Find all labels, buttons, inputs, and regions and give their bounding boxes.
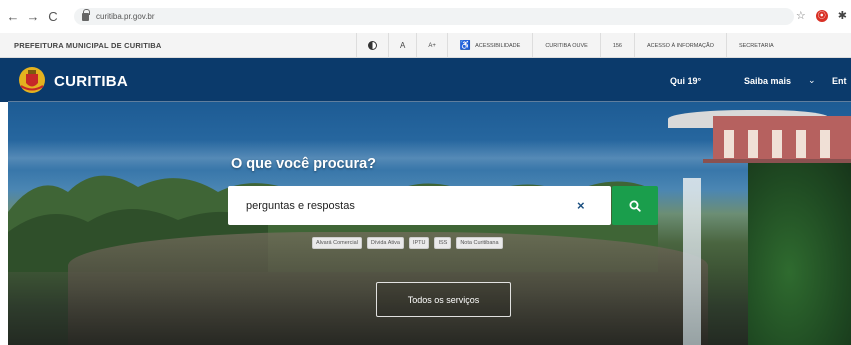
gov-item-label: ACESSIBILIDADE <box>475 42 521 49</box>
tag-divida-ativa[interactable]: Dívida Ativa <box>366 237 404 249</box>
login-link[interactable]: Ent <box>832 76 847 86</box>
address-bar[interactable]: curitiba.pr.gov.br <box>74 8 794 25</box>
building-railing <box>703 159 851 163</box>
extension-icon[interactable]: ⦿ <box>815 9 828 22</box>
quick-tags: Alvará Comercial Dívida Ativa IPTU ISS N… <box>312 237 503 249</box>
contrast-toggle[interactable] <box>356 33 388 58</box>
weather-info: Qui 19° <box>670 76 702 86</box>
search-title: O que você procura? <box>231 156 377 172</box>
waterfall <box>683 178 701 345</box>
search-icon <box>629 200 641 212</box>
search-button[interactable] <box>612 186 658 225</box>
contrast-icon <box>368 41 377 50</box>
lock-icon <box>82 8 90 21</box>
font-increase-button[interactable]: A+ <box>416 33 447 58</box>
gov-bar: PREFEITURA MUNICIPAL DE CURITIBA A A+ ♿ … <box>0 33 851 58</box>
gov-item-curitiba-ouve[interactable]: CURITIBA OUVE <box>532 33 599 58</box>
site-brand[interactable]: CURITIBA <box>54 73 128 90</box>
all-services-button[interactable]: Todos os serviços <box>376 282 511 317</box>
gov-item-secretaria[interactable]: SECRETARIA <box>725 33 786 58</box>
tag-nota-curitibana[interactable]: Nota Curitibana <box>456 237 503 249</box>
back-icon[interactable]: ← <box>6 9 20 24</box>
tag-iss[interactable]: ISS <box>434 237 452 249</box>
browser-actions: ☆ ⦿ ✱ <box>796 9 847 22</box>
building-columns <box>724 130 844 158</box>
browser-toolbar: ← → C curitiba.pr.gov.br ☆ ⦿ ✱ <box>0 0 851 33</box>
url-text: curitiba.pr.gov.br <box>96 12 155 21</box>
accessibility-icon: ♿ <box>459 40 472 50</box>
right-foliage <box>748 162 851 345</box>
curitiba-coat-of-arms-logo[interactable] <box>18 66 46 94</box>
gov-item-156[interactable]: 156 <box>599 33 634 58</box>
tag-iptu[interactable]: IPTU <box>408 237 430 249</box>
saiba-mais-menu[interactable]: Saiba mais <box>744 76 791 86</box>
gov-title: PREFEITURA MUNICIPAL DE CURITIBA <box>14 40 162 50</box>
extensions-puzzle-icon[interactable]: ✱ <box>838 9 847 22</box>
reload-icon[interactable]: C <box>46 9 60 24</box>
search-input[interactable] <box>228 186 568 225</box>
gov-item-acesso-informacao[interactable]: ACESSO À INFORMAÇÃO <box>634 33 726 58</box>
chevron-down-icon[interactable]: ⌄ <box>808 75 816 86</box>
gov-item-acessibilidade[interactable]: ♿ ACESSIBILIDADE <box>446 33 532 58</box>
bookmark-star-icon[interactable]: ☆ <box>796 9 806 22</box>
tag-alvara-comercial[interactable]: Alvará Comercial <box>312 237 362 249</box>
font-decrease-button[interactable]: A <box>388 33 416 58</box>
forward-icon[interactable]: → <box>26 9 40 24</box>
clear-icon[interactable]: × <box>577 198 585 213</box>
search-box <box>228 186 611 225</box>
gov-menu: A A+ ♿ ACESSIBILIDADE CURITIBA OUVE 156 … <box>356 33 786 58</box>
